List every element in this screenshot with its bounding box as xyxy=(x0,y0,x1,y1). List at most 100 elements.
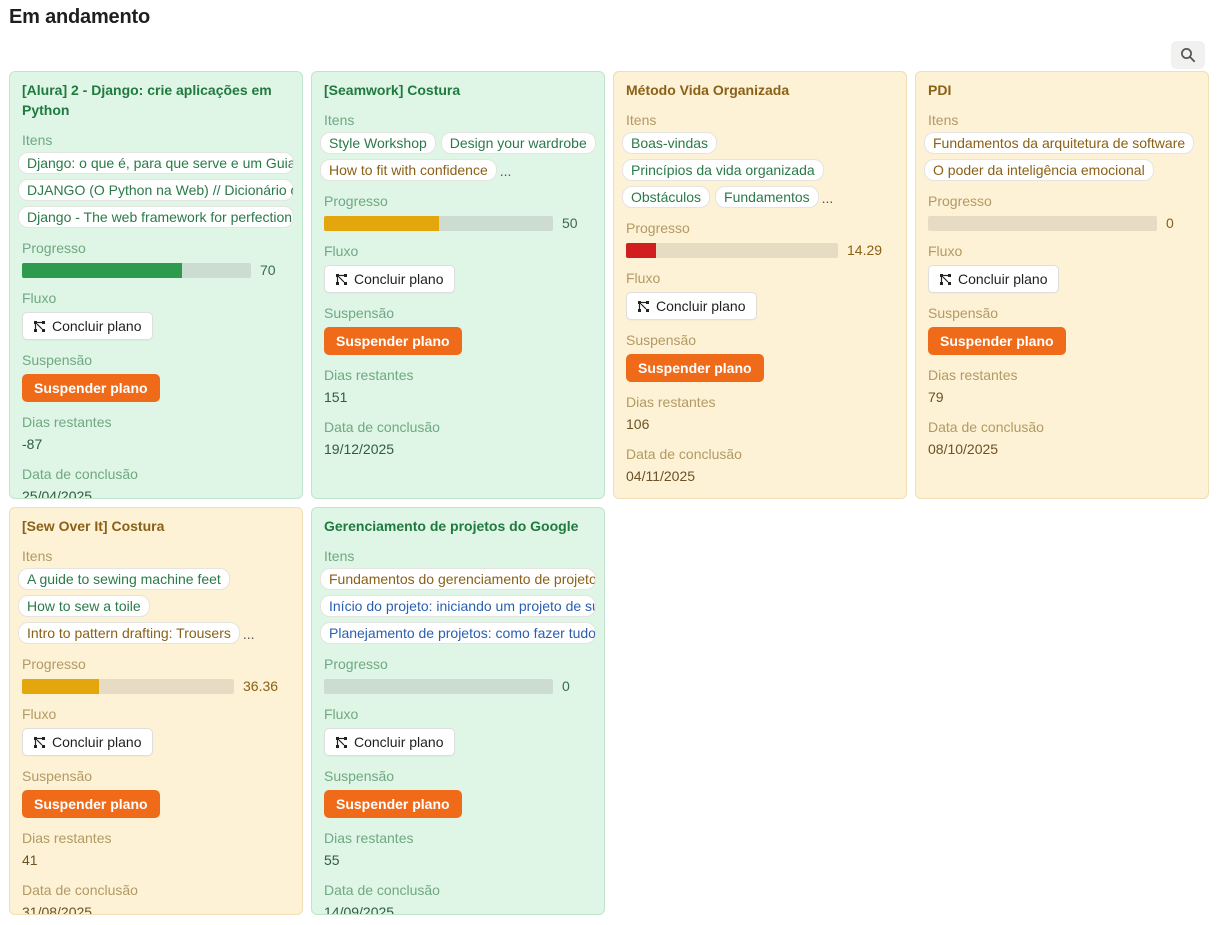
item-chip[interactable]: Design your wardrobe xyxy=(440,132,596,154)
suspend-plan-button[interactable]: Suspender plano xyxy=(22,374,160,402)
progress-label: Progresso xyxy=(928,193,992,209)
progress-row: 50 xyxy=(324,215,592,231)
plan-card[interactable]: Método Vida Organizada Itens Boas-vindas… xyxy=(613,71,907,499)
completion-date-value: 08/10/2025 xyxy=(928,441,999,457)
workflow-icon xyxy=(336,736,347,748)
conclude-plan-label: Concluir plano xyxy=(354,271,444,287)
progress-label: Progresso xyxy=(22,656,86,672)
completion-date-value: 25/04/2025 xyxy=(22,488,93,499)
progress-bar-fill xyxy=(22,262,183,278)
items-more-indicator[interactable]: ... xyxy=(822,188,834,208)
search-icon xyxy=(1181,48,1196,63)
card-title[interactable]: [Seamwork] Costura xyxy=(324,80,592,100)
item-chip[interactable]: Django - The web framework for perfectio… xyxy=(18,206,294,228)
conclude-plan-label: Concluir plano xyxy=(354,734,444,750)
item-chip[interactable]: O poder da inteligência emocional xyxy=(924,159,1154,181)
days-remaining-value: 151 xyxy=(324,389,348,405)
conclude-plan-button[interactable]: Concluir plano xyxy=(324,728,455,756)
days-remaining-value: 106 xyxy=(626,416,650,432)
flow-label: Fluxo xyxy=(324,243,359,259)
days-remaining-value: 79 xyxy=(928,389,944,405)
suspend-plan-button[interactable]: Suspender plano xyxy=(324,790,462,818)
conclude-plan-label: Concluir plano xyxy=(52,734,142,750)
item-chip[interactable]: A guide to sewing machine feet xyxy=(18,568,230,590)
card-title[interactable]: PDI xyxy=(928,80,1196,100)
items-list: Django: o que é, para que serve e um Gui… xyxy=(18,152,300,228)
items-list: Fundamentos do gerenciamento de projetos… xyxy=(320,568,602,644)
completion-date-label: Data de conclusão xyxy=(928,419,1044,435)
flow-label: Fluxo xyxy=(928,243,963,259)
item-chip[interactable]: Boas-vindas xyxy=(622,132,718,154)
days-remaining-value: 41 xyxy=(22,852,38,868)
progress-value: 50 xyxy=(562,215,578,231)
suspend-plan-button[interactable]: Suspender plano xyxy=(324,327,462,355)
item-chip[interactable]: DJANGO (O Python na Web) // Dicionário d… xyxy=(18,179,294,201)
item-chip[interactable]: How to sew a toile xyxy=(18,595,150,617)
progress-bar xyxy=(22,678,234,694)
days-remaining-value: -87 xyxy=(22,436,43,452)
progress-row: 36.36 xyxy=(22,678,290,694)
conclude-plan-button[interactable]: Concluir plano xyxy=(324,265,455,293)
items-label: Itens xyxy=(22,132,53,148)
completion-date-label: Data de conclusão xyxy=(626,446,742,462)
items-label: Itens xyxy=(324,112,355,128)
progress-row: 0 xyxy=(324,678,592,694)
completion-date-value: 19/12/2025 xyxy=(324,441,395,457)
suspension-label: Suspensão xyxy=(626,332,697,348)
plan-card[interactable]: Gerenciamento de projetos do Google Iten… xyxy=(311,507,605,915)
search-button[interactable] xyxy=(1171,41,1205,69)
items-label: Itens xyxy=(626,112,657,128)
item-chip[interactable]: Início do projeto: iniciando um projeto … xyxy=(320,595,596,617)
conclude-plan-button[interactable]: Concluir plano xyxy=(22,312,153,340)
item-chip[interactable]: Intro to pattern drafting: Trousers xyxy=(18,622,240,644)
progress-value: 70 xyxy=(260,262,276,278)
card-title[interactable]: [Alura] 2 - Django: crie aplicações em P… xyxy=(22,80,290,120)
item-chip[interactable]: Planejamento de projetos: como fazer tud… xyxy=(320,622,596,644)
flow-label: Fluxo xyxy=(626,270,661,286)
conclude-plan-label: Concluir plano xyxy=(656,298,746,314)
item-chip[interactable]: Fundamentos do gerenciamento de projetos xyxy=(320,568,596,590)
items-more-indicator[interactable]: ... xyxy=(243,624,255,644)
days-remaining-label: Dias restantes xyxy=(626,394,716,410)
suspend-plan-button[interactable]: Suspender plano xyxy=(928,327,1066,355)
items-list: Fundamentos da arquitetura de software O … xyxy=(924,132,1206,181)
workflow-icon xyxy=(34,320,45,332)
conclude-plan-button[interactable]: Concluir plano xyxy=(22,728,153,756)
progress-bar xyxy=(626,242,838,258)
progress-label: Progresso xyxy=(324,656,388,672)
items-list: Boas-vindas Princípios da vida organizada… xyxy=(622,132,904,208)
items-list: Style Workshop Design your wardrobe How to… xyxy=(320,132,602,181)
completion-date-value: 14/09/2025 xyxy=(324,904,395,915)
progress-value: 0 xyxy=(562,678,570,694)
progress-label: Progresso xyxy=(22,240,86,256)
item-chip[interactable]: Fundamentos da arquitetura de software xyxy=(924,132,1195,154)
item-chip[interactable]: Style Workshop xyxy=(320,132,436,154)
conclude-plan-button[interactable]: Concluir plano xyxy=(626,292,757,320)
plan-card[interactable]: [Sew Over It] Costura Itens A guide to s… xyxy=(9,507,303,915)
item-chip[interactable]: Princípios da vida organizada xyxy=(622,159,824,181)
progress-bar-fill xyxy=(626,242,657,258)
item-chip[interactable]: How to fit with confidence xyxy=(320,159,497,181)
suspension-label: Suspensão xyxy=(324,305,395,321)
days-remaining-label: Dias restantes xyxy=(22,830,112,846)
progress-bar xyxy=(324,678,553,694)
item-chip[interactable]: Django: o que é, para que serve e um Gui… xyxy=(18,152,294,174)
suspend-plan-button[interactable]: Suspender plano xyxy=(22,790,160,818)
suspend-plan-button[interactable]: Suspender plano xyxy=(626,354,764,382)
item-chip[interactable]: Obstáculos xyxy=(622,186,711,208)
item-chip[interactable]: Fundamentos xyxy=(715,186,819,208)
suspension-label: Suspensão xyxy=(22,352,93,368)
conclude-plan-button[interactable]: Concluir plano xyxy=(928,265,1059,293)
card-title[interactable]: Método Vida Organizada xyxy=(626,80,894,100)
card-title[interactable]: [Sew Over It] Costura xyxy=(22,516,290,536)
items-more-indicator[interactable]: ... xyxy=(500,161,512,181)
days-remaining-label: Dias restantes xyxy=(324,367,414,383)
progress-bar xyxy=(928,215,1157,231)
card-title[interactable]: Gerenciamento de projetos do Google xyxy=(324,516,592,536)
plan-card[interactable]: [Seamwork] Costura Itens Style Workshop D… xyxy=(311,71,605,499)
completion-date-label: Data de conclusão xyxy=(324,882,440,898)
plan-card[interactable]: PDI Itens Fundamentos da arquitetura de … xyxy=(915,71,1209,499)
progress-value: 0 xyxy=(1166,215,1174,231)
items-label: Itens xyxy=(324,548,355,564)
plan-card[interactable]: [Alura] 2 - Django: crie aplicações em P… xyxy=(9,71,303,499)
